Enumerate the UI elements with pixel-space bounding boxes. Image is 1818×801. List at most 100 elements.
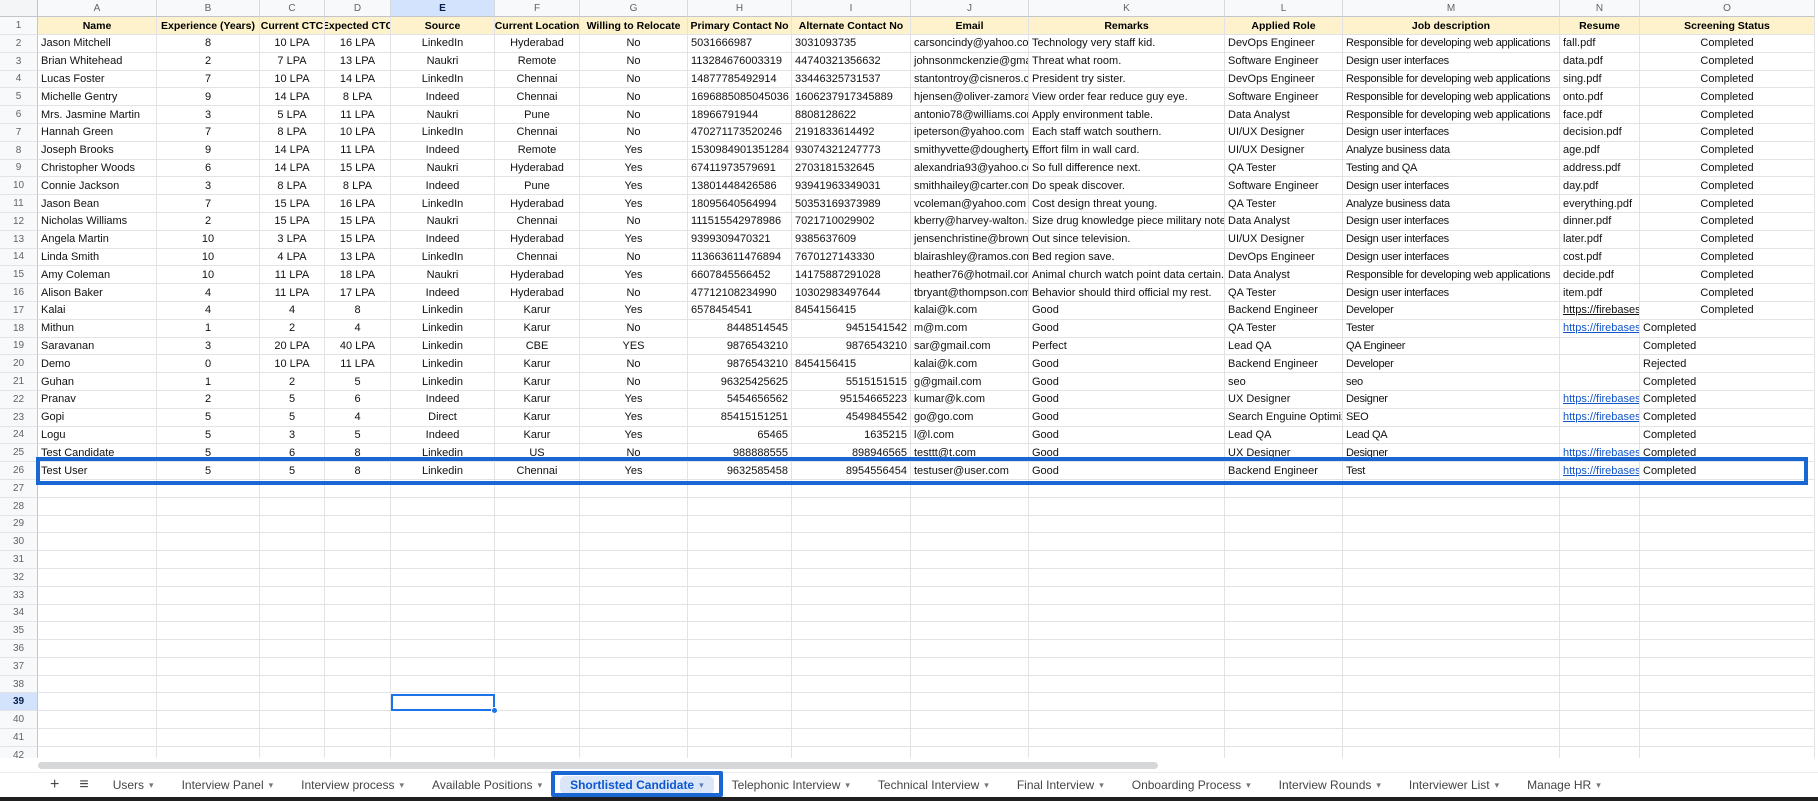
- cell-D23[interactable]: 4: [325, 408, 391, 427]
- sheet-tab-interviewer-list[interactable]: Interviewer List ▾: [1399, 776, 1509, 794]
- cell-H17[interactable]: 6578454541: [688, 301, 792, 320]
- cell-J42[interactable]: [911, 746, 1029, 758]
- cell-F10[interactable]: Pune: [495, 177, 580, 196]
- cell-C26[interactable]: 5: [260, 462, 325, 480]
- cell-I5[interactable]: 1606237917345889: [792, 88, 911, 107]
- cell-D6[interactable]: 11 LPA: [325, 106, 391, 124]
- cell-F11[interactable]: Hyderabad: [495, 195, 580, 213]
- column-header-G[interactable]: G: [580, 0, 688, 17]
- cell-D3[interactable]: 13 LPA: [325, 52, 391, 71]
- cell-K26[interactable]: Good: [1029, 462, 1225, 480]
- cell-H18[interactable]: 8448514545: [688, 319, 792, 338]
- cell-C14[interactable]: 4 LPA: [260, 248, 325, 267]
- cell-O20[interactable]: Rejected: [1640, 355, 1815, 374]
- cell-M24[interactable]: Lead QA: [1343, 426, 1560, 445]
- cell-I37[interactable]: [792, 657, 911, 676]
- add-sheet-button[interactable]: +: [40, 777, 69, 793]
- cell-J1[interactable]: Email: [911, 17, 1029, 35]
- cell-I3[interactable]: 44740321356632: [792, 52, 911, 71]
- row-header-18[interactable]: 18: [0, 319, 38, 338]
- cell-B17[interactable]: 4: [157, 301, 260, 320]
- row-header-6[interactable]: 6: [0, 106, 38, 124]
- cell-H27[interactable]: [688, 479, 792, 498]
- cell-O38[interactable]: [1640, 675, 1815, 694]
- row-header-1[interactable]: 1: [0, 17, 38, 35]
- cell-H21[interactable]: 96325425625: [688, 373, 792, 391]
- cell-I39[interactable]: [792, 693, 911, 712]
- cell-G40[interactable]: [580, 711, 688, 730]
- cell-M4[interactable]: Responsible for developing web applicati…: [1343, 70, 1560, 89]
- cell-F18[interactable]: Karur: [495, 319, 580, 338]
- cell-J38[interactable]: [911, 675, 1029, 694]
- cell-K15[interactable]: Animal church watch point data certain.: [1029, 266, 1225, 285]
- cell-A5[interactable]: Michelle Gentry: [38, 88, 157, 107]
- cell-O6[interactable]: Completed: [1640, 106, 1815, 124]
- cell-A10[interactable]: Connie Jackson: [38, 177, 157, 196]
- cell-O23[interactable]: Completed: [1640, 408, 1815, 427]
- cell-M8[interactable]: Analyze business data: [1343, 141, 1560, 160]
- cell-J35[interactable]: [911, 622, 1029, 641]
- cell-A42[interactable]: [38, 746, 157, 758]
- cell-G17[interactable]: Yes: [580, 301, 688, 320]
- cell-O41[interactable]: [1640, 729, 1815, 747]
- cell-L41[interactable]: [1225, 729, 1343, 747]
- cell-B3[interactable]: 2: [157, 52, 260, 71]
- cell-J2[interactable]: carsoncindy@yahoo.com: [911, 35, 1029, 53]
- cell-M39[interactable]: [1343, 693, 1560, 712]
- cell-K32[interactable]: [1029, 568, 1225, 587]
- column-header-C[interactable]: C: [260, 0, 325, 17]
- cell-J32[interactable]: [911, 568, 1029, 587]
- cell-H29[interactable]: [688, 515, 792, 534]
- cell-J11[interactable]: vcoleman@yahoo.com: [911, 195, 1029, 213]
- cell-B4[interactable]: 7: [157, 70, 260, 89]
- cell-N15[interactable]: decide.pdf: [1560, 266, 1640, 285]
- cell-A15[interactable]: Amy Coleman: [38, 266, 157, 285]
- cell-B40[interactable]: [157, 711, 260, 730]
- cell-N38[interactable]: [1560, 675, 1640, 694]
- cell-C6[interactable]: 5 LPA: [260, 106, 325, 124]
- cell-F39[interactable]: [495, 693, 580, 712]
- cell-K3[interactable]: Threat what room.: [1029, 52, 1225, 71]
- row-header-30[interactable]: 30: [0, 533, 38, 552]
- cell-F35[interactable]: [495, 622, 580, 641]
- cell-C30[interactable]: [260, 533, 325, 552]
- cell-K24[interactable]: Good: [1029, 426, 1225, 445]
- cell-F20[interactable]: Karur: [495, 355, 580, 374]
- column-header-M[interactable]: M: [1343, 0, 1560, 17]
- cell-D7[interactable]: 10 LPA: [325, 123, 391, 142]
- cell-I16[interactable]: 10302983497644: [792, 284, 911, 302]
- cell-M41[interactable]: [1343, 729, 1560, 747]
- cell-C15[interactable]: 11 LPA: [260, 266, 325, 285]
- cell-M3[interactable]: Design user interfaces: [1343, 52, 1560, 71]
- cell-J21[interactable]: g@gmail.com: [911, 373, 1029, 391]
- cell-D15[interactable]: 18 LPA: [325, 266, 391, 285]
- cell-F29[interactable]: [495, 515, 580, 534]
- cell-E33[interactable]: [391, 586, 495, 605]
- cell-A29[interactable]: [38, 515, 157, 534]
- cell-N9[interactable]: address.pdf: [1560, 159, 1640, 178]
- cell-B29[interactable]: [157, 515, 260, 534]
- cell-B35[interactable]: [157, 622, 260, 641]
- cell-H14[interactable]: 113663611476894: [688, 248, 792, 267]
- row-header-37[interactable]: 37: [0, 657, 38, 676]
- cell-D25[interactable]: 8: [325, 444, 391, 463]
- cell-A32[interactable]: [38, 568, 157, 587]
- cell-N22[interactable]: https://firebasest: [1560, 390, 1640, 409]
- cell-F4[interactable]: Chennai: [495, 70, 580, 89]
- cell-I38[interactable]: [792, 675, 911, 694]
- cell-A36[interactable]: [38, 640, 157, 658]
- cell-L26[interactable]: Backend Engineer: [1225, 462, 1343, 480]
- cell-C8[interactable]: 14 LPA: [260, 141, 325, 160]
- cell-N12[interactable]: dinner.pdf: [1560, 212, 1640, 231]
- cell-F3[interactable]: Remote: [495, 52, 580, 71]
- row-header-35[interactable]: 35: [0, 622, 38, 641]
- cell-F27[interactable]: [495, 479, 580, 498]
- cell-J8[interactable]: smithyvette@dougherty.com: [911, 141, 1029, 160]
- cell-L5[interactable]: Software Engineer: [1225, 88, 1343, 107]
- cell-I15[interactable]: 14175887291028: [792, 266, 911, 285]
- cell-G4[interactable]: No: [580, 70, 688, 89]
- row-header-20[interactable]: 20: [0, 355, 38, 374]
- cell-M27[interactable]: [1343, 479, 1560, 498]
- cell-J41[interactable]: [911, 729, 1029, 747]
- row-header-23[interactable]: 23: [0, 408, 38, 427]
